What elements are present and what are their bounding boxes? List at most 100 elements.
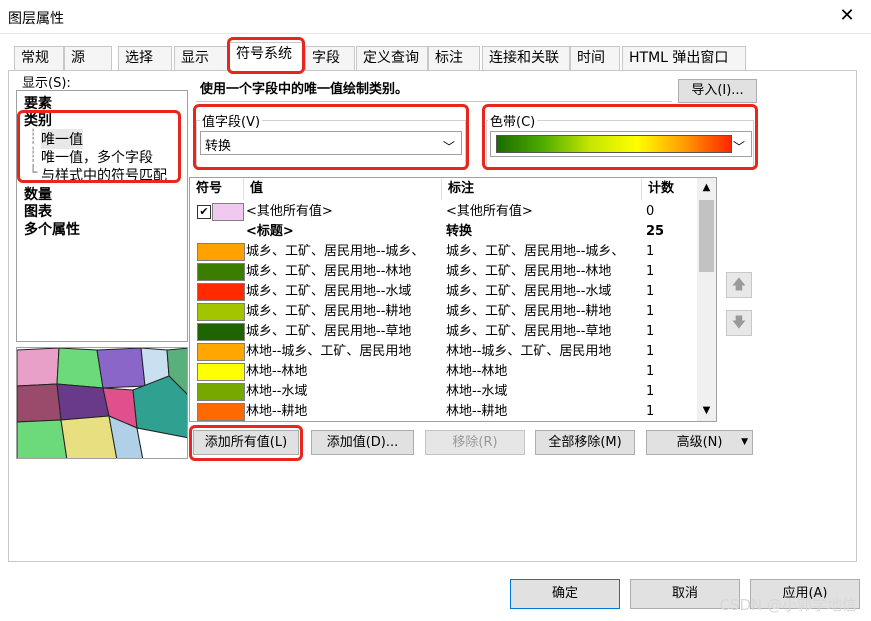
tab-joins-relates[interactable]: 连接和关联 xyxy=(482,46,570,70)
symbol-swatch[interactable] xyxy=(197,263,245,281)
color-ramp-preview xyxy=(496,135,732,153)
tab-selection[interactable]: 选择 xyxy=(118,46,172,70)
scroll-down-icon[interactable]: ▼ xyxy=(697,401,716,421)
table-row[interactable]: 城乡、工矿、居民用地--耕地 城乡、工矿、居民用地--耕地 1 xyxy=(190,302,698,322)
tab-symbology[interactable]: 符号系统 xyxy=(229,42,305,71)
tree-connector-1: ┊ xyxy=(29,129,38,145)
row-label: 林地--城乡、工矿、居民用地 xyxy=(446,344,612,359)
tab-labels[interactable]: 标注 xyxy=(428,46,480,70)
row-value: 城乡、工矿、居民用地--城乡、 xyxy=(246,244,425,259)
symbol-swatch[interactable] xyxy=(197,403,245,421)
row-label: 城乡、工矿、居民用地--城乡、 xyxy=(446,244,625,259)
advanced-label: 高级(N) xyxy=(676,435,723,450)
row-count: 0 xyxy=(646,204,655,219)
column-header-count[interactable]: 计数 xyxy=(642,178,698,200)
table-row[interactable]: 城乡、工矿、居民用地--城乡、 城乡、工矿、居民用地--城乡、 1 xyxy=(190,242,698,262)
row-count: 1 xyxy=(646,384,655,399)
tree-item-match-style[interactable]: 与样式中的符号匹配 xyxy=(41,165,167,185)
row-count: 1 xyxy=(646,404,655,419)
symbol-table[interactable]: 符号 值 标注 计数 ✔ <其他所有值> <其他所有值> 0 <标题> 转换 25 城乡、工矿… xyxy=(189,177,717,422)
tab-source[interactable]: 源 xyxy=(64,46,112,70)
row-label: <其他所有值> xyxy=(446,204,533,219)
row-label: 城乡、工矿、居民用地--水域 xyxy=(446,284,612,299)
add-value-button[interactable]: 添加值(D)... xyxy=(311,430,414,455)
tab-time[interactable]: 时间 xyxy=(570,46,620,70)
row-count: 1 xyxy=(646,324,655,339)
row-value: 城乡、工矿、居民用地--耕地 xyxy=(246,304,412,319)
row-value: 林地--林地 xyxy=(246,364,308,379)
row-label: 林地--水域 xyxy=(446,384,508,399)
scroll-thumb[interactable] xyxy=(699,200,714,272)
color-ramp-select[interactable]: ﹀ xyxy=(490,131,752,157)
row-value: 城乡、工矿、居民用地--水域 xyxy=(246,284,412,299)
tree-connector-2: ┊ xyxy=(29,147,38,163)
symbol-swatch[interactable] xyxy=(197,383,245,401)
add-all-values-button[interactable]: 添加所有值(L) xyxy=(193,430,299,455)
symbol-swatch[interactable] xyxy=(197,363,245,381)
table-row[interactable]: 林地--耕地 林地--耕地 1 xyxy=(190,402,698,421)
row-count: 1 xyxy=(646,364,655,379)
preview-map-image xyxy=(16,347,188,459)
tab-html-popup[interactable]: HTML 弹出窗口 xyxy=(622,46,746,70)
value-field-label: 值字段(V) xyxy=(200,111,263,130)
checkbox-other-values[interactable]: ✔ xyxy=(197,205,211,219)
tree-item-unique-values-many-fields[interactable]: 唯一值，多个字段 xyxy=(41,147,153,167)
import-button[interactable]: 导入(I)... xyxy=(678,79,757,103)
value-field-select[interactable]: 转换 ﹀ xyxy=(200,131,462,155)
symbol-swatch[interactable] xyxy=(197,243,245,261)
column-header-value[interactable]: 值 xyxy=(244,178,442,200)
table-heading-row[interactable]: <标题> 转换 25 xyxy=(190,222,698,242)
symbol-swatch[interactable] xyxy=(212,203,244,221)
watermark: CSDN @小郭学地信 xyxy=(719,596,857,614)
show-label: 显示(S): xyxy=(22,76,71,91)
column-header-symbol[interactable]: 符号 xyxy=(190,178,244,200)
scroll-up-icon[interactable]: ▲ xyxy=(697,178,716,198)
symbol-swatch[interactable] xyxy=(197,323,245,341)
table-row[interactable]: 林地--水域 林地--水域 1 xyxy=(190,382,698,402)
remove-all-button[interactable]: 全部移除(M) xyxy=(535,430,635,455)
title-bar: 图层属性 ✕ xyxy=(0,0,871,34)
remove-button[interactable]: 移除(R) xyxy=(425,430,525,455)
tab-definition-query[interactable]: 定义查询 xyxy=(356,46,428,70)
row-value: <其他所有值> xyxy=(246,204,333,219)
tree-item-charts[interactable]: 图表 xyxy=(24,201,52,221)
symbol-swatch[interactable] xyxy=(197,283,245,301)
table-scrollbar[interactable]: ▲ ▼ xyxy=(697,178,716,421)
advanced-button[interactable]: 高级(N) ▼ xyxy=(646,430,753,455)
row-count: 1 xyxy=(646,264,655,279)
close-icon[interactable]: ✕ xyxy=(832,2,862,30)
ok-button[interactable]: 确定 xyxy=(510,579,620,609)
row-label: 林地--耕地 xyxy=(446,404,508,419)
column-header-label[interactable]: 标注 xyxy=(442,178,642,200)
symbol-swatch[interactable] xyxy=(197,303,245,321)
table-row[interactable]: ✔ <其他所有值> <其他所有值> 0 xyxy=(190,202,698,222)
row-count: 1 xyxy=(646,344,655,359)
tree-item-multiple-attributes[interactable]: 多个属性 xyxy=(24,219,80,239)
tree-connector-3: └ xyxy=(29,165,38,181)
row-count: 1 xyxy=(646,244,655,259)
renderer-description: 使用一个字段中的唯一值绘制类别。 xyxy=(196,80,672,102)
row-label: 林地--林地 xyxy=(446,364,508,379)
symbol-swatch[interactable] xyxy=(197,343,245,361)
move-down-icon[interactable]: 🡇 xyxy=(726,310,752,336)
table-row[interactable]: 城乡、工矿、居民用地--林地 城乡、工矿、居民用地--林地 1 xyxy=(190,262,698,282)
tab-strip: 常规 源 选择 显示 符号系统 字段 定义查询 标注 连接和关联 时间 HTML… xyxy=(0,40,871,71)
row-value: 林地--城乡、工矿、居民用地 xyxy=(246,344,412,359)
tree-item-unique-values[interactable]: 唯一值 xyxy=(41,129,83,149)
chevron-down-icon: ﹀ xyxy=(442,140,455,154)
value-field-value: 转换 xyxy=(205,139,232,154)
table-row[interactable]: 城乡、工矿、居民用地--水域 城乡、工矿、居民用地--水域 1 xyxy=(190,282,698,302)
table-row[interactable]: 城乡、工矿、居民用地--草地 城乡、工矿、居民用地--草地 1 xyxy=(190,322,698,342)
tab-general[interactable]: 常规 xyxy=(14,46,64,70)
renderer-tree: 要素 类别 ┊ 唯一值 ┊ 唯一值，多个字段 └ 与样式中的符号匹配 数量 图表… xyxy=(16,90,188,342)
table-row[interactable]: 林地--城乡、工矿、居民用地 林地--城乡、工矿、居民用地 1 xyxy=(190,342,698,362)
table-row[interactable]: 林地--林地 林地--林地 1 xyxy=(190,362,698,382)
move-up-icon[interactable]: 🡅 xyxy=(726,272,752,298)
window-title: 图层属性 xyxy=(8,11,64,27)
tab-display[interactable]: 显示 xyxy=(174,46,228,70)
row-label: 城乡、工矿、居民用地--草地 xyxy=(446,324,612,339)
row-value: <标题> xyxy=(246,224,294,239)
tab-fields[interactable]: 字段 xyxy=(305,46,355,70)
row-value: 林地--耕地 xyxy=(246,404,308,419)
tree-item-categories[interactable]: 类别 xyxy=(24,110,52,130)
